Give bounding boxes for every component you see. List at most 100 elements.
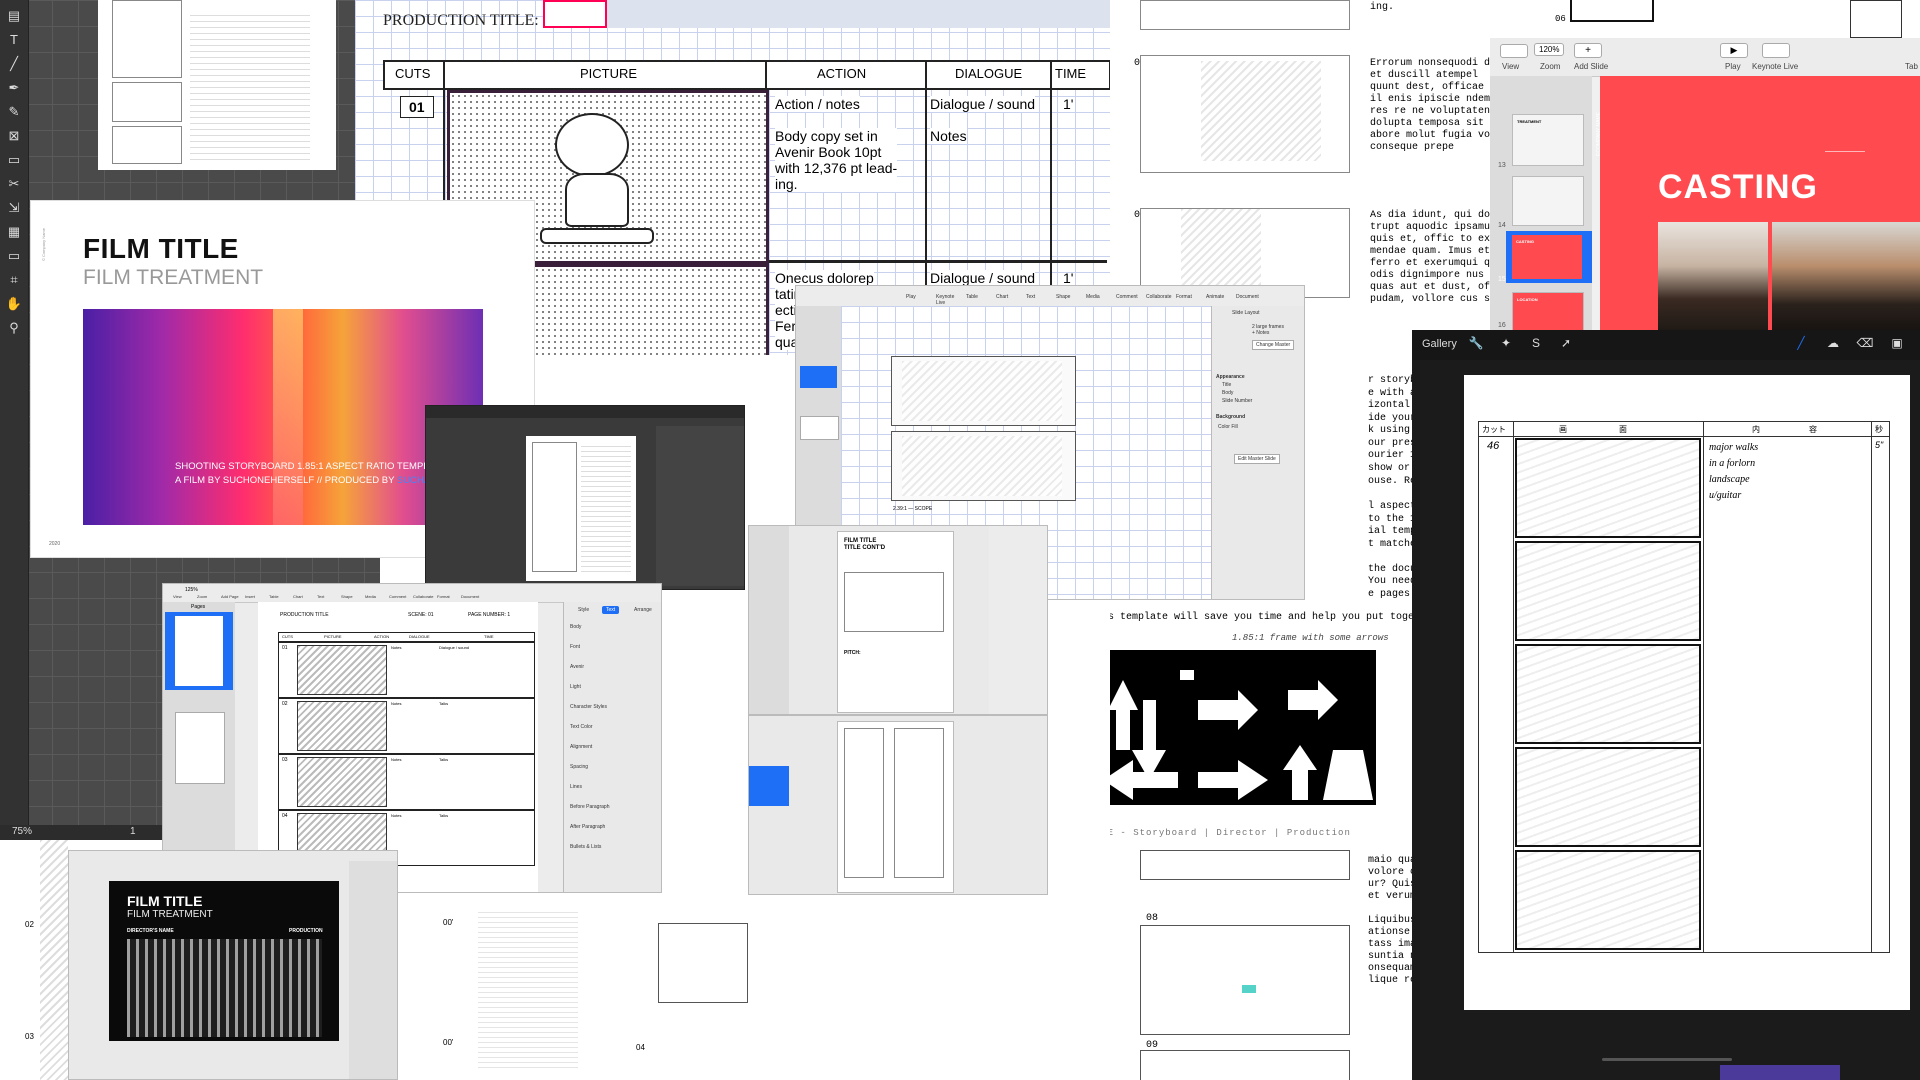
gradient-icon[interactable]: ▦: [4, 224, 24, 242]
inspector-tab-text[interactable]: Text: [602, 606, 620, 614]
inspector-item[interactable]: After Paragraph: [570, 824, 605, 830]
inspector-item[interactable]: Lines: [570, 784, 582, 790]
pen-icon[interactable]: ✒: [4, 80, 24, 98]
handwritten-line: landscape: [1709, 474, 1750, 485]
toolbar-item-text[interactable]: Text: [317, 594, 324, 599]
slide-layout-label: Slide Layout: [1232, 310, 1260, 316]
toolbar-item-insert[interactable]: Insert: [245, 594, 255, 599]
pages-zoom[interactable]: 125%: [185, 587, 198, 593]
transform-arrow-icon[interactable]: ➚: [1557, 336, 1575, 354]
header-you: 容: [1809, 425, 1817, 434]
inspector-item[interactable]: Spacing: [570, 764, 588, 770]
toolbar-item-zoom[interactable]: Zoom: [197, 594, 207, 599]
toolbar-item-view[interactable]: View: [173, 594, 182, 599]
dark-slide: FILM TITLE FILM TREATMENT DIRECTOR'S NAM…: [109, 881, 339, 1041]
pages-notes: Notes: [391, 645, 402, 650]
toolbar-item-document[interactable]: Document: [1236, 294, 1259, 300]
zoom-level[interactable]: 75%: [12, 826, 32, 837]
slide-thumbnail[interactable]: [1512, 176, 1584, 226]
slide-thumbnail[interactable]: LOCATION: [1512, 292, 1584, 330]
toolbar-item-comment[interactable]: Comment: [389, 594, 406, 599]
inspector-item[interactable]: Light: [570, 684, 581, 690]
view-button[interactable]: [1500, 44, 1528, 58]
change-master-button[interactable]: Change Master: [1252, 340, 1295, 350]
inspector-item[interactable]: Alignment: [570, 744, 592, 750]
appearance-slide-number-checkbox[interactable]: Slide Number: [1222, 398, 1252, 404]
frame-number-04: 04: [636, 1043, 645, 1052]
wrench-icon[interactable]: 🔧: [1467, 336, 1485, 354]
doc-icon[interactable]: ▤: [4, 8, 24, 26]
time-2: 1': [1063, 270, 1074, 286]
layout-option[interactable]: + Notes: [1252, 330, 1269, 336]
pencil-icon[interactable]: ✎: [4, 104, 24, 122]
toolbar-item-animate[interactable]: Animate: [1206, 294, 1224, 300]
magic-wand-icon[interactable]: ✦: [1497, 336, 1515, 354]
scissors-icon[interactable]: ✂: [4, 176, 24, 194]
add-slide-icon[interactable]: +: [1574, 43, 1602, 58]
appearance-body-checkbox[interactable]: Body: [1222, 390, 1233, 396]
toolbar-item-collaborate[interactable]: Collaborate: [1146, 294, 1172, 300]
eraser-icon[interactable]: ⌫: [1856, 336, 1874, 354]
toolbar-item-media[interactable]: Media: [1086, 294, 1100, 300]
page-number-field[interactable]: 1: [130, 826, 136, 837]
inspector-item[interactable]: Body: [570, 624, 581, 630]
line-icon[interactable]: ╱: [4, 56, 24, 74]
transform-icon[interactable]: ⇲: [4, 200, 24, 218]
toolbar-item-chart[interactable]: Chart: [996, 294, 1008, 300]
vertical-company-label: ECOMPANY NAME: [1596, 112, 1602, 156]
keynote-live-icon[interactable]: [1762, 43, 1790, 58]
pages-row: 03 Notes Talks: [278, 754, 535, 810]
inspector-item[interactable]: Character Styles: [570, 704, 607, 710]
toolbar-item-shape[interactable]: Shape: [1056, 294, 1070, 300]
gallery-button[interactable]: Gallery: [1422, 338, 1457, 350]
toolbar-item-shape[interactable]: Shape: [341, 594, 353, 599]
inspector-item[interactable]: Before Paragraph: [570, 804, 609, 810]
toolbar-item-format[interactable]: Format: [1176, 294, 1192, 300]
rectangle-icon[interactable]: ▭: [4, 152, 24, 170]
play-icon[interactable]: ▶: [1720, 43, 1748, 58]
pages-col-dialogue: DIALOGUE: [409, 634, 430, 639]
toolbar-item-media[interactable]: Media: [365, 594, 376, 599]
toolbar-item-table[interactable]: Table: [966, 294, 978, 300]
inspector-tab-style[interactable]: Style: [574, 606, 593, 614]
casting-photo-2: [1772, 222, 1920, 330]
col-picture: PICTURE: [580, 66, 638, 81]
storyboard-frame-08-top: [1140, 850, 1350, 880]
zoom-icon[interactable]: ⚲: [4, 320, 24, 338]
toolbar-item-format[interactable]: Format: [437, 594, 450, 599]
type-icon[interactable]: T: [4, 32, 24, 50]
appearance-title-checkbox[interactable]: Title: [1222, 382, 1231, 388]
brush-icon[interactable]: ╱: [1792, 336, 1810, 354]
dark-hero-image: [127, 939, 322, 1037]
inspector-item[interactable]: Font: [570, 644, 580, 650]
eyedropper-icon[interactable]: ⌗: [4, 272, 24, 290]
header-men: 面: [1619, 425, 1627, 434]
zoom-select[interactable]: 120%: [1534, 43, 1565, 56]
frame-icon[interactable]: ⊠: [4, 128, 24, 146]
inspector-tab-arrange[interactable]: Arrange: [630, 606, 656, 614]
tab-label: Tab: [1905, 62, 1918, 71]
toolbar-item-document[interactable]: Document: [461, 594, 479, 599]
smudge-icon[interactable]: ☁: [1824, 336, 1842, 354]
slide-thumbnail[interactable]: TREATMENT: [1512, 114, 1584, 166]
selection-icon[interactable]: S: [1527, 336, 1545, 354]
keynote-live-label: Keynote Live: [1752, 62, 1799, 71]
notes-label: Notes: [930, 128, 967, 144]
toolbar-item-comment[interactable]: Comment: [1116, 294, 1138, 300]
toolbar-item-play[interactable]: Play: [906, 294, 916, 300]
edit-master-button[interactable]: Edit Master Slide: [1234, 454, 1280, 464]
toolbar-item-add-page[interactable]: Add Page: [221, 594, 239, 599]
toolbar-item-text[interactable]: Text: [1026, 294, 1035, 300]
hand-icon[interactable]: ✋: [4, 296, 24, 314]
toolbar-item-collaborate[interactable]: Collaborate: [413, 594, 433, 599]
inspector-item[interactable]: Avenir: [570, 664, 584, 670]
note-icon[interactable]: ▭: [4, 248, 24, 266]
inspector-item[interactable]: Bullets & Lists: [570, 844, 601, 850]
layers-icon[interactable]: ▣: [1888, 336, 1906, 354]
color-fill-select[interactable]: Color Fill: [1218, 424, 1238, 430]
toolbar-item-chart[interactable]: Chart: [293, 594, 303, 599]
toolbar-item-table[interactable]: Table: [269, 594, 279, 599]
slide-thumbnail-selected[interactable]: CASTING: [1506, 231, 1592, 283]
inspector-item[interactable]: Text Color: [570, 724, 593, 730]
toolbar-item-keynote-live[interactable]: Keynote Live: [936, 294, 954, 306]
